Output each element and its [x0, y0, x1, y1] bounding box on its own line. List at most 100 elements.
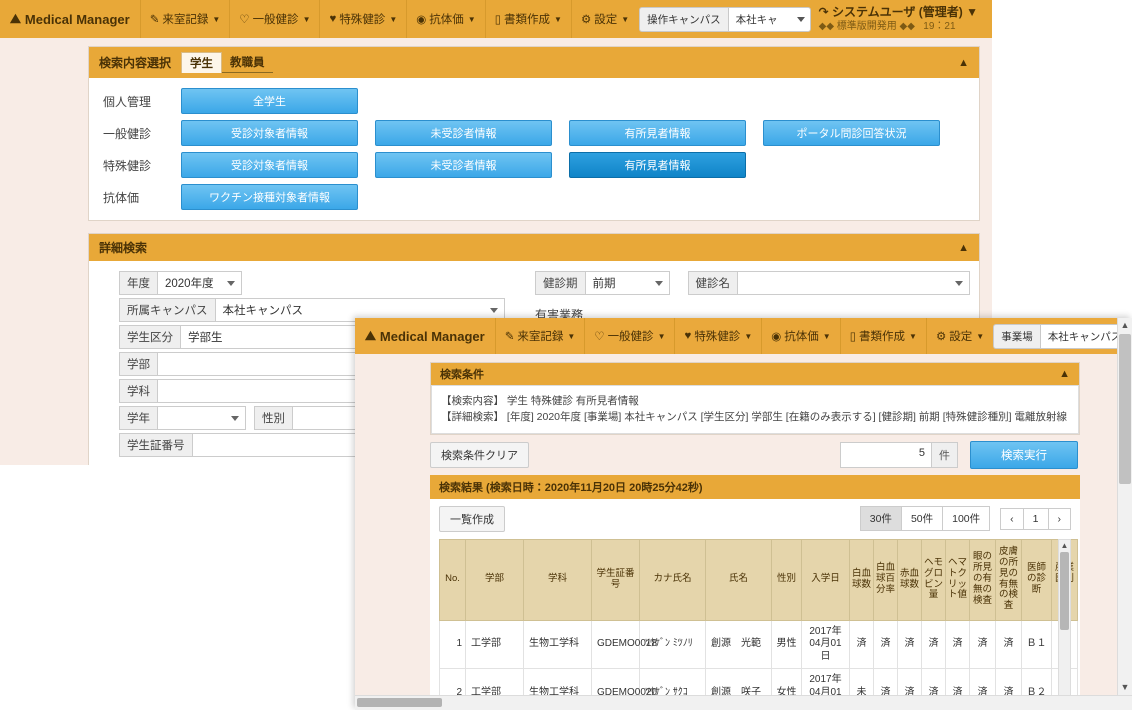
- navbar-window1: ⛰ Medical Manager ✎ 来室記録 ▼ ♡ 一般健診 ▼ ♥ 特殊…: [0, 0, 992, 38]
- next-page-button[interactable]: ›: [1047, 507, 1071, 530]
- chevron-up-icon[interactable]: ▲: [1059, 541, 1070, 550]
- row-label: 個人管理: [103, 94, 152, 109]
- conditions-summary: 【検索内容】 学生 特殊健診 有所見者情報 【詳細検索】 [年度] 2020年度…: [431, 385, 1079, 434]
- campus-selector[interactable]: 操作キャンパス 本社キャ: [639, 6, 811, 32]
- campus-value[interactable]: 本社キャ: [727, 6, 811, 32]
- brand-window1[interactable]: ⛰ Medical Manager: [0, 11, 140, 27]
- chevron-down-icon: ▼: [621, 14, 630, 24]
- field-label: 学年: [119, 406, 158, 430]
- result-count-field[interactable]: 5 件: [840, 441, 958, 468]
- chevron-down-icon: ▼: [744, 331, 753, 341]
- heart-outline-icon: ♡: [594, 331, 605, 343]
- chevron-down-icon: ▼: [389, 14, 398, 24]
- exam-name-select[interactable]: [738, 271, 970, 295]
- button-ippan-unexamined[interactable]: 未受診者情報: [375, 120, 552, 146]
- panel-search-select: 検索内容選択 学生 教職員 ▲ 個人管理 全学生 一般健診 受診対象者情報 未受…: [88, 46, 980, 221]
- prev-page-button[interactable]: ‹: [1000, 507, 1023, 530]
- brand-window2[interactable]: ⛰ Medical Manager: [355, 328, 495, 344]
- nav-item-ippan-kenshin[interactable]: ♡ 一般健診 ▼: [584, 318, 674, 354]
- results-table: No. 学部 学科 学生証番号 カナ氏名 氏名 性別 入学日 白血球数 白血球百…: [439, 538, 1078, 710]
- field-exam-period[interactable]: 健診期 前期: [535, 271, 670, 295]
- nav-item-tokushu-kenshin[interactable]: ♥ 特殊健診 ▼: [319, 0, 406, 38]
- nav-item-settei[interactable]: ⚙ 設定 ▼: [925, 318, 993, 354]
- panel-header-conditions[interactable]: 検索条件 ▲: [431, 363, 1079, 385]
- tab-group: 学生 教職員: [181, 52, 273, 73]
- worksite-selector[interactable]: 事業場 本社キャンパス: [993, 323, 1132, 349]
- nav-item-kotaika[interactable]: ◉ 抗体価 ▼: [761, 318, 839, 354]
- user-menu[interactable]: ↷ システムユーザ (管理者) ▼ ◆◆ 標準版開発用 ◆◆ 19：21: [819, 4, 992, 34]
- grade-select[interactable]: [158, 406, 246, 430]
- chevron-down-icon: ▼: [554, 14, 562, 24]
- clear-conditions-button[interactable]: 検索条件クリア: [430, 441, 529, 468]
- nav-item-kotaika[interactable]: ◉ 抗体価 ▼: [406, 0, 484, 38]
- field-exam-name[interactable]: 健診名: [687, 271, 970, 295]
- panel-title: 詳細検索: [99, 241, 148, 255]
- button-all-students[interactable]: 全学生: [181, 88, 358, 114]
- result-count-unit: 件: [932, 441, 958, 468]
- table-row[interactable]: 1 工学部 生物工学科 GDEMO0018 ｿｳｹﾞﾝ ﾐﾂﾉﾘ 創源 光範 男性 2017年…: [439, 619, 1078, 670]
- conditions-line-1: 【検索内容】 学生 特殊健診 有所見者情報: [441, 395, 639, 407]
- button-ippan-target[interactable]: 受診対象者情報: [181, 120, 358, 146]
- nav-item-shorui-sakusei[interactable]: ▯ 書類作成 ▼: [484, 0, 571, 38]
- cell-kana-name: ｿｳｹﾞﾝ ﾐﾂﾉﾘ: [639, 619, 706, 670]
- window-search-results: ⛰ Medical Manager ✎ 来室記録 ▼ ♡ 一般健診 ▼ ♥ 特殊…: [355, 318, 1132, 710]
- cell-hematocrit: 済: [945, 619, 970, 670]
- tab-student[interactable]: 学生: [181, 52, 223, 73]
- table-scrollbar[interactable]: ▲ ▼: [1058, 538, 1071, 710]
- cell-doctor-diagnosis: Ｂ１: [1021, 619, 1052, 670]
- button-tokushu-target[interactable]: 受診対象者情報: [181, 152, 358, 178]
- button-ippan-findings[interactable]: 有所見者情報: [569, 120, 746, 146]
- nav-item-shorui-sakusei[interactable]: ▯ 書類作成 ▼: [839, 318, 926, 354]
- panel-header-detail-search[interactable]: 詳細検索 ▲: [89, 234, 979, 261]
- circle-check-icon: ◉: [416, 14, 427, 26]
- year-select[interactable]: 2020年度: [158, 271, 242, 295]
- page-number[interactable]: 1: [1022, 507, 1048, 530]
- button-tokushu-unexamined[interactable]: 未受診者情報: [375, 152, 552, 178]
- gear-icon: ⚙: [580, 14, 592, 26]
- chevron-down-icon: ▼: [909, 331, 917, 341]
- chevron-up-icon[interactable]: ▲: [958, 242, 969, 254]
- chevron-up-icon[interactable]: ▲: [1059, 368, 1070, 380]
- nav-item-settei[interactable]: ⚙ 設定 ▼: [570, 0, 638, 38]
- exam-period-select[interactable]: 前期: [585, 271, 670, 295]
- chevron-down-icon: ▼: [822, 331, 831, 341]
- nav-item-raishitsu[interactable]: ✎ 来室記録 ▼: [494, 318, 585, 354]
- results-header: 検索結果 (検索日時：2020年11月20日 20時25分42秒): [430, 474, 1080, 499]
- field-label: 学部: [119, 352, 158, 376]
- window2-horizontal-scrollbar[interactable]: [355, 695, 1132, 710]
- cell-wbc-diff: 済: [873, 619, 898, 670]
- page-size-30[interactable]: 30件: [859, 506, 901, 532]
- chevron-up-icon[interactable]: ▲: [958, 57, 969, 69]
- create-list-button[interactable]: 一覧作成: [439, 505, 505, 532]
- field-year[interactable]: 年度 2020年度: [119, 271, 511, 295]
- nav-item-raishitsu[interactable]: ✎ 来室記録 ▼: [139, 0, 230, 38]
- gear-icon: ⚙: [935, 331, 947, 343]
- chevron-down-icon: ▼: [467, 14, 476, 24]
- chevron-down-icon[interactable]: ▼: [1118, 682, 1132, 692]
- scrollbar-thumb[interactable]: [357, 698, 442, 707]
- panel-title: 検索条件: [440, 369, 484, 381]
- scrollbar-thumb[interactable]: [1119, 334, 1131, 484]
- scrollbar-thumb[interactable]: [1060, 551, 1069, 630]
- heart-outline-icon: ♡: [239, 14, 250, 26]
- chevron-up-icon[interactable]: ▲: [1118, 320, 1132, 330]
- button-tokushu-findings[interactable]: 有所見者情報: [569, 152, 746, 178]
- logout-icon: ↷: [818, 5, 829, 20]
- field-grade[interactable]: 学年: [119, 406, 246, 430]
- chevron-down-icon: ▼: [567, 331, 576, 341]
- panel-header-search-select[interactable]: 検索内容選択 学生 教職員 ▲: [89, 47, 979, 78]
- tab-staff[interactable]: 教職員: [222, 52, 273, 73]
- nav-item-tokushu-kenshin[interactable]: ♥ 特殊健診 ▼: [674, 318, 761, 354]
- col-department: 学科: [523, 538, 592, 621]
- nav-item-label: 特殊健診: [694, 331, 741, 343]
- col-doctor-diagnosis: 医師の診断: [1021, 538, 1052, 621]
- nav-item-ippan-kenshin[interactable]: ♡ 一般健診 ▼: [229, 0, 319, 38]
- button-vaccine-target[interactable]: ワクチン接種対象者情報: [181, 184, 358, 210]
- execute-search-button[interactable]: 検索実行: [970, 440, 1078, 469]
- result-count-input[interactable]: 5: [840, 441, 932, 468]
- page-size-100[interactable]: 100件: [942, 506, 991, 532]
- window2-page-scrollbar[interactable]: ▲ ▼: [1117, 318, 1132, 710]
- button-portal-questionnaire[interactable]: ポータル問診回答状況: [763, 120, 940, 146]
- page-size-50[interactable]: 50件: [900, 506, 943, 532]
- nav-item-label: 来室記録: [517, 331, 564, 343]
